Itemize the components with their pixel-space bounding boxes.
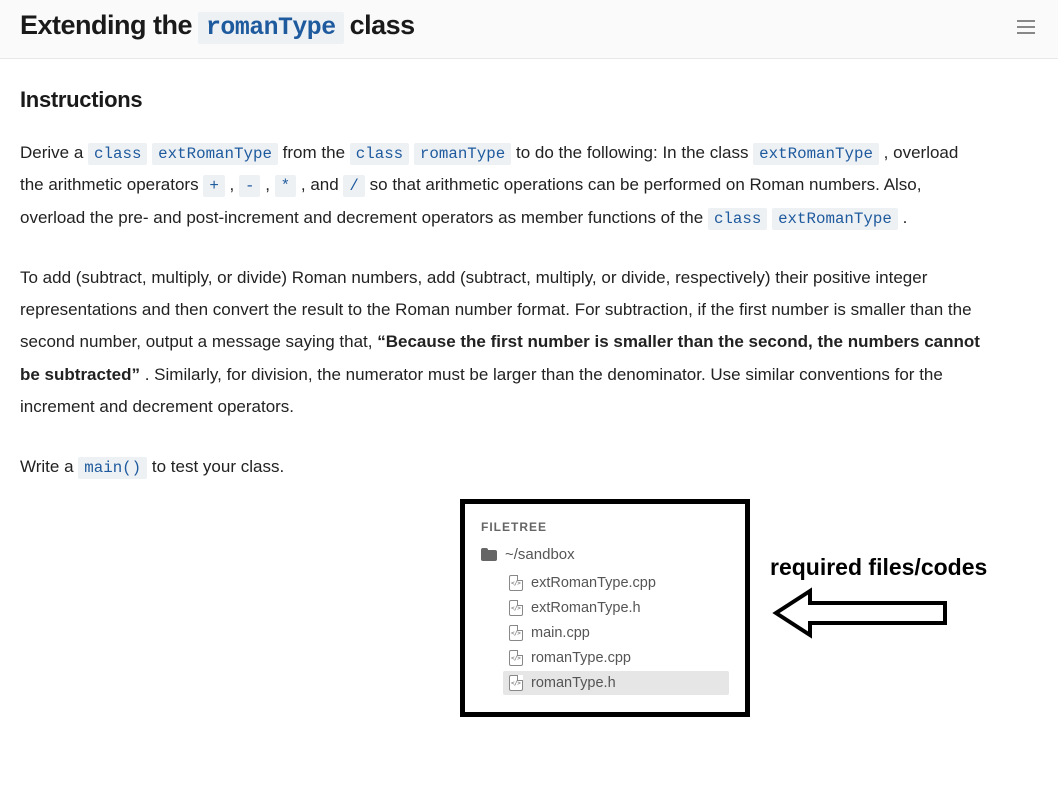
code-class: class [708, 208, 767, 230]
annotation: required files/codes [770, 554, 987, 645]
file-label: extRomanType.cpp [531, 575, 656, 591]
code-romantype: romanType [414, 143, 511, 165]
arrow-icon [770, 585, 950, 645]
file-label: main.cpp [531, 625, 590, 641]
code-op-star: * [275, 175, 296, 197]
filetree-folder[interactable]: ~/sandbox [481, 546, 729, 563]
text: , and [301, 175, 344, 194]
file-item-extromantype-h[interactable]: extRomanType.h [503, 596, 729, 620]
text: . [903, 208, 908, 227]
file-label: romanType.h [531, 675, 616, 691]
file-icon [509, 675, 523, 691]
file-item-main-cpp[interactable]: main.cpp [503, 621, 729, 645]
instructions-para-2: To add (subtract, multiply, or divide) R… [20, 262, 980, 423]
instructions-heading: Instructions [20, 87, 1038, 113]
file-item-romantype-h[interactable]: romanType.h [503, 671, 729, 695]
file-icon [509, 575, 523, 591]
page-title: Extending the romanType class [20, 10, 415, 44]
file-label: romanType.cpp [531, 650, 631, 666]
file-item-romantype-cpp[interactable]: romanType.cpp [503, 646, 729, 670]
code-extromantype: extRomanType [772, 208, 898, 230]
code-extromantype: extRomanType [753, 143, 879, 165]
file-icon [509, 625, 523, 641]
code-main: main() [78, 457, 147, 479]
filetree-title: FILETREE [481, 520, 729, 534]
filetree-list: extRomanType.cpp extRomanType.h main.cpp… [481, 571, 729, 695]
annotation-label: required files/codes [770, 554, 987, 581]
text: Write a [20, 457, 78, 476]
file-icon [509, 650, 523, 666]
code-extromantype: extRomanType [152, 143, 278, 165]
text: . Similarly, for division, the numerator… [20, 365, 943, 416]
text: to test your class. [152, 457, 284, 476]
folder-label: ~/sandbox [505, 546, 575, 563]
code-op-minus: - [239, 175, 260, 197]
filetree-panel: FILETREE ~/sandbox extRomanType.cpp extR… [460, 499, 750, 717]
code-class: class [350, 143, 409, 165]
menu-icon[interactable] [1014, 15, 1038, 39]
text: , [265, 175, 274, 194]
title-prefix: Extending the [20, 10, 192, 41]
code-op-plus: + [203, 175, 224, 197]
instructions-para-3: Write a main() to test your class. [20, 451, 460, 483]
file-icon [509, 600, 523, 616]
instructions-para-1: Derive a class extRomanType from the cla… [20, 137, 980, 234]
title-code: romanType [198, 12, 344, 44]
folder-icon [481, 548, 497, 561]
title-suffix: class [350, 10, 415, 41]
file-label: extRomanType.h [531, 600, 641, 616]
text: from the [283, 143, 350, 162]
content-area: Instructions Derive a class extRomanType… [0, 59, 1058, 532]
code-op-slash: / [343, 175, 364, 197]
text: Derive a [20, 143, 88, 162]
file-item-extromantype-cpp[interactable]: extRomanType.cpp [503, 571, 729, 595]
text: , [230, 175, 239, 194]
page-header: Extending the romanType class [0, 0, 1058, 59]
text: to do the following: In the class [516, 143, 753, 162]
code-class: class [88, 143, 147, 165]
